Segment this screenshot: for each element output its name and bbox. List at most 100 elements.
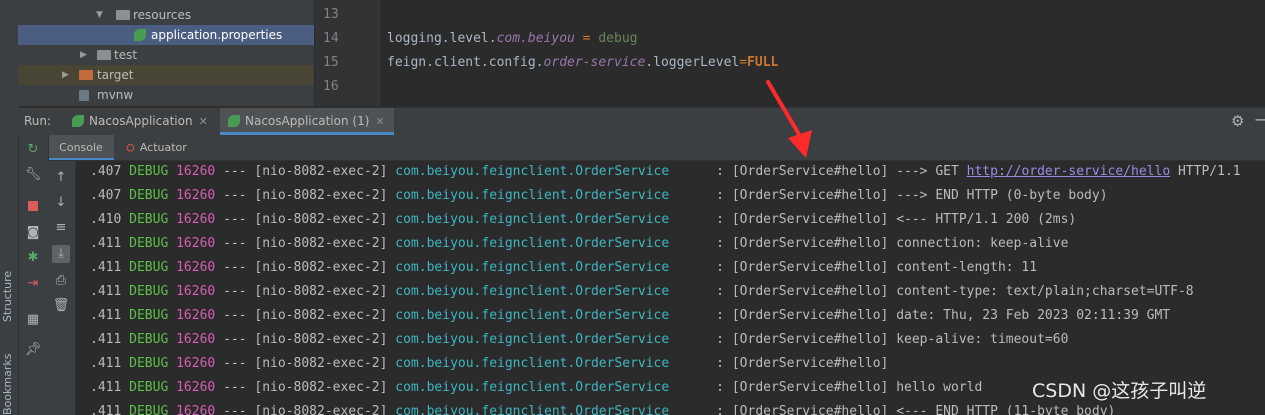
log-logger: com.beiyou.feignclient.OrderService xyxy=(395,404,670,415)
soft-wrap-icon[interactable]: ≡ xyxy=(52,219,70,237)
log-level: DEBUG xyxy=(129,260,169,275)
log-logger: com.beiyou.feignclient.OrderService xyxy=(395,332,670,347)
property-value: debug xyxy=(598,31,638,46)
log-logger: com.beiyou.feignclient.OrderService xyxy=(395,188,670,203)
log-separator: --- xyxy=(223,356,247,371)
chevron-right-icon[interactable]: ▶ xyxy=(80,45,87,65)
log-line: .407 DEBUG 16260 --- [nio-8082-exec-2] c… xyxy=(90,164,1241,179)
tree-item-resources[interactable]: ▼ resources xyxy=(18,5,314,25)
log-line: .410 DEBUG 16260 --- [nio-8082-exec-2] c… xyxy=(90,212,1077,227)
code-line-14: logging.level.com.beiyou = debug xyxy=(387,31,637,46)
camera-icon[interactable]: ◙ xyxy=(24,224,42,242)
property-key-part: order-service xyxy=(543,55,646,70)
log-pid: 16260 xyxy=(176,164,216,179)
scroll-to-end-icon[interactable]: ⤓ xyxy=(52,245,70,263)
log-timestamp: .407 xyxy=(90,188,122,203)
log-thread: [nio-8082-exec-2] xyxy=(254,260,388,275)
log-timestamp: .411 xyxy=(90,404,122,415)
run-tab-nacosapplication-1[interactable]: NacosApplication (1) ✕ xyxy=(220,108,394,135)
log-line: .411 DEBUG 16260 --- [nio-8082-exec-2] c… xyxy=(90,380,983,395)
spring-boot-icon xyxy=(72,115,84,127)
log-logger: com.beiyou.feignclient.OrderService xyxy=(395,236,670,251)
exit-icon[interactable]: ⇥ xyxy=(24,275,42,293)
log-timestamp: .411 xyxy=(90,260,122,275)
log-logger: com.beiyou.feignclient.OrderService xyxy=(395,308,670,323)
log-message: [OrderService#hello] hello world xyxy=(731,380,983,395)
tree-item-label: mvnw xyxy=(97,88,134,102)
log-line: .411 DEBUG 16260 --- [nio-8082-exec-2] c… xyxy=(90,356,889,371)
log-message: [OrderService#hello] xyxy=(731,356,889,371)
log-separator: --- xyxy=(223,308,247,323)
annotation-arrow xyxy=(766,80,812,158)
trash-icon[interactable]: 🗑︎ xyxy=(52,297,70,315)
tree-item-mvnw[interactable]: mvnw xyxy=(18,85,314,105)
console-tab-bar: Console ⛭ Actuator xyxy=(48,135,1265,161)
properties-file-icon xyxy=(134,29,146,41)
property-key: feign.client.config. xyxy=(387,55,544,70)
line-number: 16 xyxy=(323,79,339,94)
arrow-up-icon[interactable]: ↑ xyxy=(52,169,70,187)
log-timestamp: .407 xyxy=(90,164,122,179)
rerun-icon[interactable]: ↻ xyxy=(24,141,42,159)
log-message: [OrderService#hello] content-length: 11 xyxy=(731,260,1038,275)
stop-icon[interactable] xyxy=(24,199,42,217)
log-line: .407 DEBUG 16260 --- [nio-8082-exec-2] c… xyxy=(90,188,1108,203)
minimize-icon[interactable]: − xyxy=(1254,110,1265,129)
close-icon[interactable]: ✕ xyxy=(375,115,384,128)
tree-item-test[interactable]: ▶ test xyxy=(18,45,314,65)
tree-item-label: resources xyxy=(133,8,192,22)
log-line: .411 DEBUG 16260 --- [nio-8082-exec-2] c… xyxy=(90,404,1115,415)
log-url-link[interactable]: http://order-service/hello xyxy=(967,164,1171,179)
tree-item-target[interactable]: ▶ target xyxy=(18,65,314,85)
log-timestamp: .411 xyxy=(90,380,122,395)
bookmarks-tool-label[interactable]: Bookmarks xyxy=(1,354,14,415)
chevron-right-icon[interactable]: ▶ xyxy=(62,65,69,85)
log-separator: --- xyxy=(223,284,247,299)
log-separator: --- xyxy=(223,380,247,395)
tab-actuator[interactable]: ⛭ Actuator xyxy=(126,135,187,160)
print-icon[interactable]: ⎙ xyxy=(52,272,70,290)
bug-icon[interactable]: ✱ xyxy=(24,249,42,267)
log-timestamp: .410 xyxy=(90,212,122,227)
log-level: DEBUG xyxy=(129,308,169,323)
log-thread: [nio-8082-exec-2] xyxy=(254,236,388,251)
tree-item-application-properties[interactable]: application.properties xyxy=(18,25,314,45)
tab-actuator-label: Actuator xyxy=(139,141,187,154)
log-message-tail: HTTP/1.1 xyxy=(1170,164,1241,179)
log-line: .411 DEBUG 16260 --- [nio-8082-exec-2] c… xyxy=(90,284,1194,299)
log-line: .411 DEBUG 16260 --- [nio-8082-exec-2] c… xyxy=(90,236,1069,251)
structure-tool-label[interactable]: Structure xyxy=(1,271,14,322)
log-pid: 16260 xyxy=(176,356,216,371)
run-side-toolbar: ↻ 🔧︎ ◙ ✱ ⇥ ▦ 📌︎ xyxy=(19,135,49,415)
log-level: DEBUG xyxy=(129,212,169,227)
chevron-down-icon[interactable]: ▼ xyxy=(96,5,103,25)
log-logger: com.beiyou.feignclient.OrderService xyxy=(395,380,670,395)
wrench-icon[interactable]: 🔧︎ xyxy=(24,166,42,184)
gear-icon[interactable]: ⚙ xyxy=(1231,112,1244,130)
log-separator: --- xyxy=(223,164,247,179)
spring-boot-icon xyxy=(228,115,240,127)
log-level: DEBUG xyxy=(129,236,169,251)
log-thread: [nio-8082-exec-2] xyxy=(254,380,388,395)
log-timestamp: .411 xyxy=(90,284,122,299)
arrow-down-icon[interactable]: ↓ xyxy=(52,194,70,212)
close-icon[interactable]: ✕ xyxy=(199,115,208,128)
tree-item-label: application.properties xyxy=(151,28,283,42)
log-thread: [nio-8082-exec-2] xyxy=(254,404,388,415)
log-level: DEBUG xyxy=(129,332,169,347)
run-tab-label: NacosApplication (1) xyxy=(245,114,370,128)
log-pid: 16260 xyxy=(176,236,216,251)
code-editor[interactable]: logging.level.com.beiyou = debug feign.c… xyxy=(380,0,1265,106)
log-thread: [nio-8082-exec-2] xyxy=(254,332,388,347)
line-number: 15 xyxy=(323,55,339,70)
watermark: CSDN @这孩子叫逆 xyxy=(1032,380,1207,402)
run-tab-nacosapplication[interactable]: NacosApplication ✕ xyxy=(64,108,214,135)
tab-console[interactable]: Console xyxy=(48,135,114,160)
layout-icon[interactable]: ▦ xyxy=(24,311,42,329)
log-pid: 16260 xyxy=(176,212,216,227)
line-number: 13 xyxy=(323,7,339,22)
log-thread: [nio-8082-exec-2] xyxy=(254,164,388,179)
log-separator: --- xyxy=(223,332,247,347)
pin-icon[interactable]: 📌︎ xyxy=(24,341,42,359)
run-tab-label: NacosApplication xyxy=(89,114,193,128)
